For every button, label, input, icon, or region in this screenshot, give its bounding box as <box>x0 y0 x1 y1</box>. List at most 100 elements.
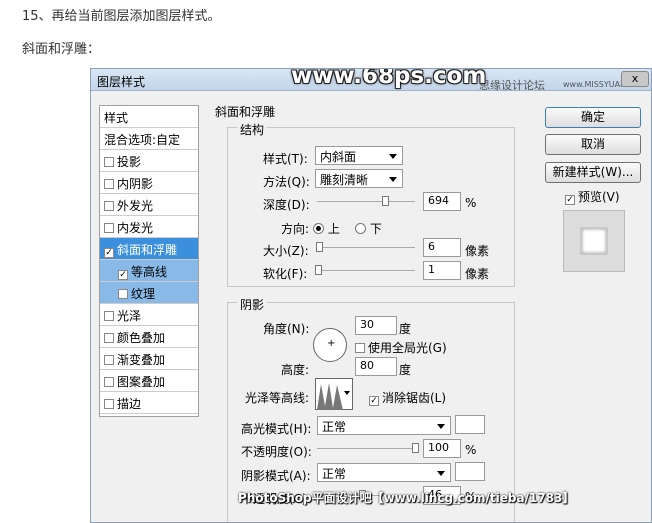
angle-crosshair-icon: + <box>327 338 336 349</box>
global-light-label: 使用全局光(G) <box>368 341 447 355</box>
checkbox-icon[interactable] <box>104 399 114 409</box>
checkbox-icon[interactable] <box>104 311 114 321</box>
highlight-opacity-label: 不透明度(O): <box>241 445 312 459</box>
ok-button[interactable]: 确定 <box>545 107 641 128</box>
style-item[interactable]: 光泽 <box>100 304 198 326</box>
checkbox-icon[interactable] <box>104 333 114 343</box>
style-preview-thumbnail <box>563 210 625 272</box>
checkbox-icon[interactable] <box>104 377 114 387</box>
checkbox-icon[interactable] <box>104 157 114 167</box>
altitude-input[interactable]: 80 <box>355 357 397 376</box>
direction-label: 方向: <box>281 222 310 236</box>
method-label: 方法(Q): <box>263 175 310 189</box>
style-item[interactable]: 图案叠加 <box>100 370 198 392</box>
depth-slider[interactable] <box>317 201 415 202</box>
soften-unit: 像素 <box>465 267 490 281</box>
style-item-label: 内阴影 <box>117 177 154 191</box>
checkmark-icon: ✓ <box>565 195 575 205</box>
highlight-opacity-input[interactable]: 100 <box>423 439 461 458</box>
angle-unit: 度 <box>399 322 412 336</box>
soften-input[interactable]: 1 <box>423 261 461 280</box>
style-item-label: 内发光 <box>117 221 154 235</box>
style-item[interactable]: ✓ 等高线 <box>100 260 198 282</box>
shadow-color-swatch[interactable] <box>455 462 485 481</box>
style-item-label: 渐变叠加 <box>117 353 166 367</box>
style-item[interactable]: 描边 <box>100 392 198 414</box>
style-dropdown[interactable]: 内斜面 <box>315 146 403 165</box>
close-button[interactable]: x <box>621 71 649 87</box>
size-slider-handle[interactable] <box>315 242 323 252</box>
footer-watermark: PhotoShop平面设计吧【www.lincg.com/tieba/1783】 <box>238 491 575 505</box>
style-item[interactable]: 渐变叠加 <box>100 348 198 370</box>
bevel-section-title: 斜面和浮雕 <box>215 105 276 119</box>
style-item-label: 颜色叠加 <box>117 331 166 345</box>
highlight-mode-label: 高光模式(H): <box>241 422 312 436</box>
size-slider[interactable] <box>317 247 415 248</box>
soften-slider[interactable] <box>317 270 415 271</box>
blend-options[interactable]: 混合选项:自定 <box>100 128 198 150</box>
style-item-label: 外发光 <box>117 199 154 213</box>
styles-list: 样式 混合选项:自定 投影 内阴影 外发光 内发光 ✓ 斜面和浮雕 ✓ 等高线 纹理 光泽 颜色叠加… <box>99 105 199 417</box>
intro-subtitle: 斜面和浮雕： <box>22 42 101 57</box>
shadow-mode-dropdown[interactable]: 正常 <box>317 463 451 482</box>
highlight-mode-value: 正常 <box>322 420 347 434</box>
highlight-color-swatch[interactable] <box>455 415 485 434</box>
checkbox-icon[interactable] <box>104 355 114 365</box>
checkbox-icon <box>355 343 365 353</box>
altitude-unit: 度 <box>399 363 412 377</box>
method-dropdown[interactable]: 雕刻清晰 <box>315 169 403 188</box>
radio-on-icon <box>313 223 324 234</box>
checkmark-icon[interactable]: ✓ <box>104 248 114 258</box>
highlight-opacity-slider[interactable] <box>317 448 415 449</box>
checkbox-icon[interactable] <box>104 201 114 211</box>
checkbox-icon[interactable] <box>118 289 128 299</box>
highlight-mode-dropdown[interactable]: 正常 <box>317 416 451 435</box>
style-item[interactable]: 纹理 <box>100 282 198 304</box>
preview-checkbox[interactable]: ✓ 预览(V) <box>565 188 620 205</box>
depth-unit: % <box>465 196 477 210</box>
style-item[interactable]: 内阴影 <box>100 172 198 194</box>
soften-slider-handle[interactable] <box>314 265 322 275</box>
checkbox-icon[interactable] <box>104 223 114 233</box>
checkbox-icon[interactable] <box>104 179 114 189</box>
style-item[interactable]: 外发光 <box>100 194 198 216</box>
method-value: 雕刻清晰 <box>320 173 369 187</box>
watermark-logo: www.68ps.com <box>291 68 487 89</box>
style-item[interactable]: 内发光 <box>100 216 198 238</box>
intro-step: 15、再给当前图层添加图层样式。 <box>22 9 221 24</box>
layer-style-dialog: 图层样式 思缘设计论坛 www.MISSYUAN.com x www.68ps.… <box>90 68 652 523</box>
cancel-button[interactable]: 取消 <box>545 134 641 155</box>
style-item-label: 纹理 <box>131 287 156 301</box>
gloss-contour-picker[interactable] <box>315 378 353 410</box>
site-watermark: 思缘设计论坛 <box>479 79 545 92</box>
depth-input[interactable]: 694 <box>423 192 461 211</box>
style-item-label: 光泽 <box>117 309 142 323</box>
highlight-opacity-handle[interactable] <box>412 443 419 453</box>
angle-input[interactable]: 30 <box>355 316 397 335</box>
highlight-opacity-unit: % <box>465 443 477 457</box>
direction-up-radio[interactable]: 上 <box>313 220 340 237</box>
size-input[interactable]: 6 <box>423 238 461 257</box>
shadow-mode-value: 正常 <box>322 467 347 481</box>
style-item-label: 斜面和浮雕 <box>117 243 178 257</box>
antialias-checkbox[interactable]: ✓ 消除锯齿(L) <box>369 389 446 406</box>
checkmark-icon: ✓ <box>369 396 379 406</box>
direction-down-radio[interactable]: 下 <box>355 220 382 237</box>
style-item[interactable]: 颜色叠加 <box>100 326 198 348</box>
styles-header[interactable]: 样式 <box>100 106 198 128</box>
contour-dropdown-icon[interactable] <box>344 391 350 395</box>
shadow-mode-label: 阴影模式(A): <box>241 469 311 483</box>
new-style-button[interactable]: 新建样式(W)... <box>545 162 641 183</box>
style-item-label: 等高线 <box>131 265 168 279</box>
angle-dial[interactable]: + <box>313 328 347 362</box>
global-light-checkbox[interactable]: 使用全局光(G) <box>355 339 447 356</box>
radio-off-icon <box>355 223 366 234</box>
style-item[interactable]: ✓ 斜面和浮雕 <box>100 238 198 260</box>
depth-slider-handle[interactable] <box>381 196 389 206</box>
style-item[interactable]: 投影 <box>100 150 198 172</box>
contour-curve-icon <box>317 383 343 410</box>
depth-label: 深度(D): <box>263 198 310 212</box>
style-item-label: 描边 <box>117 397 142 411</box>
checkmark-icon[interactable]: ✓ <box>118 270 128 280</box>
preview-square <box>580 227 608 255</box>
